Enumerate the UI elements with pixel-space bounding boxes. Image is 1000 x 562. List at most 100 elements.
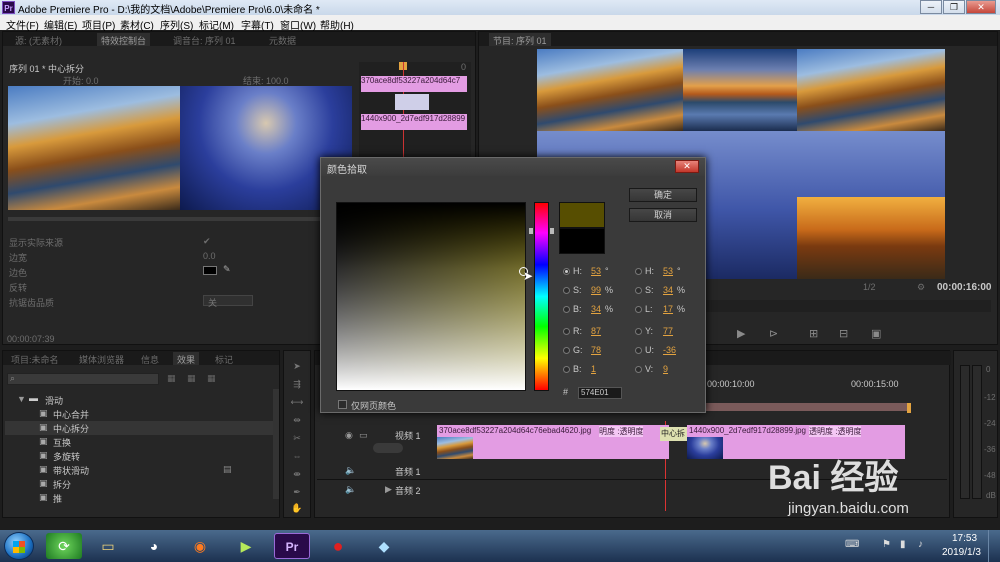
- clock-date[interactable]: 2019/1/3: [942, 547, 981, 558]
- value-hsb-b[interactable]: 34: [591, 304, 601, 314]
- eyedropper-icon[interactable]: ✎: [223, 264, 231, 275]
- tab-markers[interactable]: 标记: [211, 352, 237, 365]
- slip-tool-icon[interactable]: ⇔: [290, 451, 304, 463]
- firefox-icon[interactable]: ◉: [182, 533, 218, 559]
- maximize-button[interactable]: ❐: [943, 0, 965, 14]
- work-area-end-handle[interactable]: [907, 403, 911, 413]
- tab-info[interactable]: 信息: [137, 352, 163, 365]
- minimize-button[interactable]: ─: [920, 0, 942, 14]
- tray-flag-icon[interactable]: ⚑: [882, 539, 891, 550]
- radio-rgb-b[interactable]: [563, 366, 570, 373]
- list-item[interactable]: ▣ 互换: [39, 435, 275, 449]
- folder-toggle-icon[interactable]: ▼: [17, 394, 26, 404]
- keyframe-nav[interactable]: [373, 443, 403, 453]
- prop-show-actual-sources-check[interactable]: ✔: [203, 236, 211, 247]
- tray-volume-icon[interactable]: ♪: [918, 539, 923, 550]
- timeline-ruler[interactable]: 00:00:10:00 00:00:15:00: [705, 377, 945, 391]
- work-area-bar[interactable]: [705, 403, 909, 411]
- radio-yuv-y[interactable]: [635, 328, 642, 335]
- transition-clip[interactable]: 中心拆: [660, 427, 690, 441]
- radio-hsb-b[interactable]: [563, 306, 570, 313]
- tab-metadata[interactable]: 元数据: [265, 33, 300, 46]
- radio-rgb-g[interactable]: [563, 347, 570, 354]
- rolling-tool-icon[interactable]: ⇹: [290, 415, 304, 427]
- qq-icon[interactable]: ◕: [136, 533, 172, 559]
- effect-clip-a[interactable]: 370ace8df53227a204d64c7: [361, 76, 467, 92]
- value-rgb-r[interactable]: 87: [591, 326, 601, 336]
- tab-effects[interactable]: 效果: [173, 352, 200, 365]
- menu-clip[interactable]: 素材(C): [120, 17, 154, 32]
- value-rgb-b[interactable]: 1: [591, 364, 596, 374]
- value-hsl-s[interactable]: 34: [663, 285, 673, 295]
- folder-slide[interactable]: 滑动: [45, 394, 63, 407]
- lift-icon[interactable]: ⊞: [809, 327, 818, 340]
- export-frame-icon[interactable]: ▣: [871, 327, 881, 340]
- selection-tool-icon[interactable]: ➤: [290, 361, 304, 373]
- value-yuv-u[interactable]: -36: [663, 345, 676, 355]
- menu-title[interactable]: 字幕(T): [241, 17, 274, 32]
- radio-hsb-h[interactable]: [563, 268, 570, 275]
- radio-rgb-r[interactable]: [563, 328, 570, 335]
- saturation-brightness-field[interactable]: ➤: [336, 202, 533, 391]
- radio-hsl-s[interactable]: [635, 287, 642, 294]
- value-hsb-s[interactable]: 99: [591, 285, 601, 295]
- hex-input[interactable]: 574E01: [578, 387, 622, 399]
- menu-file[interactable]: 文件(F): [6, 17, 39, 32]
- video-editor-icon[interactable]: ▶: [228, 533, 264, 559]
- antialias-dropdown[interactable]: 关: [203, 295, 253, 308]
- value-hsl-h[interactable]: 53: [663, 266, 673, 276]
- list-item[interactable]: ▣ 多旋转: [39, 449, 275, 463]
- play-icon[interactable]: ▶: [737, 327, 745, 340]
- effect-clip-b[interactable]: 1440x900_2d7edf917d28899: [361, 114, 467, 130]
- zoom-select[interactable]: 1/2: [863, 282, 876, 292]
- prop-border-width-value[interactable]: 0.0: [203, 251, 216, 261]
- hue-slider-right-handle[interactable]: [550, 228, 554, 234]
- list-item-selected[interactable]: ▣ 中心拆分: [5, 421, 275, 435]
- list-item[interactable]: ▣ 拆分: [39, 477, 275, 491]
- track-select-tool-icon[interactable]: ⇶: [290, 379, 304, 391]
- eye-icon[interactable]: ◉: [345, 430, 353, 441]
- hue-slider[interactable]: [534, 202, 549, 391]
- ripple-tool-icon[interactable]: ⟷: [290, 397, 304, 409]
- razor-tool-icon[interactable]: ✂: [290, 433, 304, 445]
- expand-track-icon[interactable]: ▶: [385, 484, 392, 495]
- speaker-icon[interactable]: 🔈: [345, 484, 356, 495]
- start-button[interactable]: [4, 532, 34, 560]
- notes-app-icon[interactable]: ◆: [366, 533, 402, 559]
- list-item[interactable]: ▣ 带状滑动 ▤: [39, 463, 275, 477]
- tab-program[interactable]: 节目: 序列 01: [489, 33, 551, 46]
- speaker-icon[interactable]: 🔈: [345, 465, 356, 476]
- tab-project[interactable]: 项目:未命名: [7, 352, 63, 365]
- tab-effect-controls[interactable]: 特效控制台: [97, 33, 151, 46]
- list-item[interactable]: ▣ 中心合并: [39, 407, 275, 421]
- value-hsl-l[interactable]: 17: [663, 304, 673, 314]
- close-window-button[interactable]: ✕: [966, 0, 996, 14]
- effects-scrollbar[interactable]: [273, 389, 279, 499]
- 32bit-effects-icon[interactable]: ▦: [187, 373, 196, 384]
- radio-hsb-s[interactable]: [563, 287, 570, 294]
- tab-media-browser[interactable]: 媒体浏览器: [75, 352, 128, 365]
- tab-audio-mixer[interactable]: 调音台: 序列 01: [169, 33, 240, 46]
- hand-tool-icon[interactable]: ✋: [290, 503, 304, 515]
- effects-search-input[interactable]: ⌕: [7, 373, 159, 385]
- transition-block[interactable]: [395, 94, 429, 110]
- slide-tool-icon[interactable]: ⇼: [290, 469, 304, 481]
- yuv-effects-icon[interactable]: ▦: [207, 373, 216, 384]
- ok-button[interactable]: 确定: [629, 188, 697, 202]
- value-yuv-v[interactable]: 9: [663, 364, 668, 374]
- extract-icon[interactable]: ⊟: [839, 327, 848, 340]
- radio-yuv-v[interactable]: [635, 366, 642, 373]
- effect-slider[interactable]: [8, 217, 353, 221]
- file-explorer-icon[interactable]: ▭: [90, 533, 126, 559]
- accelerated-effects-icon[interactable]: ▦: [167, 373, 176, 384]
- screen-recorder-icon[interactable]: ●: [320, 533, 356, 559]
- value-yuv-y[interactable]: 77: [663, 326, 673, 336]
- timeline-clip-1[interactable]: 370ace8df53227a204d64c76ebad4620.jpg 明度 …: [437, 425, 669, 459]
- lock-icon[interactable]: ▭: [359, 430, 368, 441]
- radio-hsl-l[interactable]: [635, 306, 642, 313]
- menu-sequence[interactable]: 序列(S): [160, 17, 193, 32]
- radio-yuv-u[interactable]: [635, 347, 642, 354]
- premiere-taskbar-icon[interactable]: Pr: [274, 533, 310, 559]
- menu-help[interactable]: 帮助(H): [320, 17, 354, 32]
- show-desktop-button[interactable]: [988, 530, 1000, 562]
